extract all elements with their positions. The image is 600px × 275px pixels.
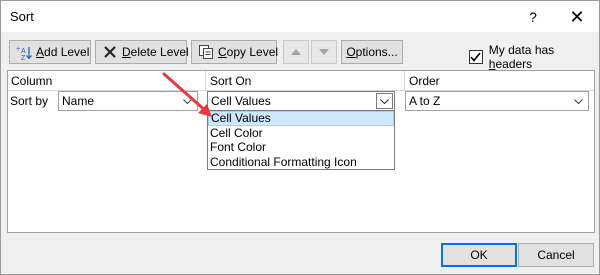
add-level-icon: + A Z bbox=[16, 44, 32, 60]
delete-level-button[interactable]: Delete Level bbox=[95, 40, 189, 64]
header-divider bbox=[205, 71, 206, 91]
triangle-up-icon bbox=[291, 49, 301, 55]
column-select[interactable]: Name bbox=[58, 91, 198, 111]
close-button[interactable]: ✕ bbox=[567, 7, 587, 27]
move-up-button[interactable] bbox=[283, 40, 309, 64]
option-conditional-formatting-icon[interactable]: Conditional Formatting Icon bbox=[208, 155, 394, 170]
order-select-value: A to Z bbox=[409, 94, 441, 108]
svg-text:+: + bbox=[16, 46, 20, 53]
checkmark-icon bbox=[470, 52, 482, 62]
chevron-down-icon[interactable] bbox=[570, 93, 587, 109]
triangle-down-icon bbox=[319, 49, 329, 55]
copy-icon bbox=[198, 44, 214, 60]
svg-text:Z: Z bbox=[21, 55, 26, 60]
column-header: Column bbox=[11, 74, 53, 88]
options-button[interactable]: Options... bbox=[341, 40, 403, 64]
copy-level-button[interactable]: Copy Level bbox=[191, 40, 279, 64]
title-bar: Sort ? ✕ bbox=[1, 1, 599, 32]
option-cell-values[interactable]: Cell Values bbox=[208, 111, 394, 126]
move-down-button[interactable] bbox=[311, 40, 337, 64]
ok-button[interactable]: OK bbox=[441, 243, 517, 267]
sort-on-options-list: Cell Values Cell Color Font Color Condit… bbox=[207, 110, 395, 170]
copy-level-label: Copy Level bbox=[218, 45, 279, 59]
help-button[interactable]: ? bbox=[523, 7, 543, 27]
svg-text:A: A bbox=[21, 48, 26, 55]
headers-checkbox-wrap[interactable]: My data has headers bbox=[469, 43, 599, 71]
chevron-down-icon[interactable] bbox=[376, 93, 393, 109]
add-level-button[interactable]: + A Z Add Level bbox=[9, 40, 91, 64]
order-select[interactable]: A to Z bbox=[405, 91, 589, 111]
headers-checkbox[interactable] bbox=[469, 50, 483, 64]
sort-by-label: Sort by bbox=[10, 94, 49, 108]
dialog-title: Sort bbox=[10, 9, 34, 24]
add-level-label: Add Level bbox=[36, 45, 90, 59]
sort-on-header: Sort On bbox=[210, 74, 252, 88]
delete-level-label: Delete Level bbox=[122, 45, 189, 59]
chevron-down-icon[interactable] bbox=[179, 93, 196, 109]
headers-checkbox-label: My data has headers bbox=[488, 43, 555, 71]
order-header: Order bbox=[409, 74, 440, 88]
sort-on-select[interactable]: Cell Values bbox=[207, 91, 395, 111]
option-cell-color[interactable]: Cell Color bbox=[208, 126, 394, 141]
sort-on-select-value: Cell Values bbox=[211, 94, 271, 108]
delete-icon bbox=[102, 44, 118, 60]
option-font-color[interactable]: Font Color bbox=[208, 140, 394, 155]
header-divider bbox=[404, 71, 405, 91]
cancel-button[interactable]: Cancel bbox=[518, 243, 594, 267]
options-label: Options... bbox=[346, 45, 398, 59]
sort-dialog: Sort ? ✕ + A Z Add Level Delete Level Co… bbox=[0, 0, 600, 275]
column-select-value: Name bbox=[62, 94, 95, 108]
